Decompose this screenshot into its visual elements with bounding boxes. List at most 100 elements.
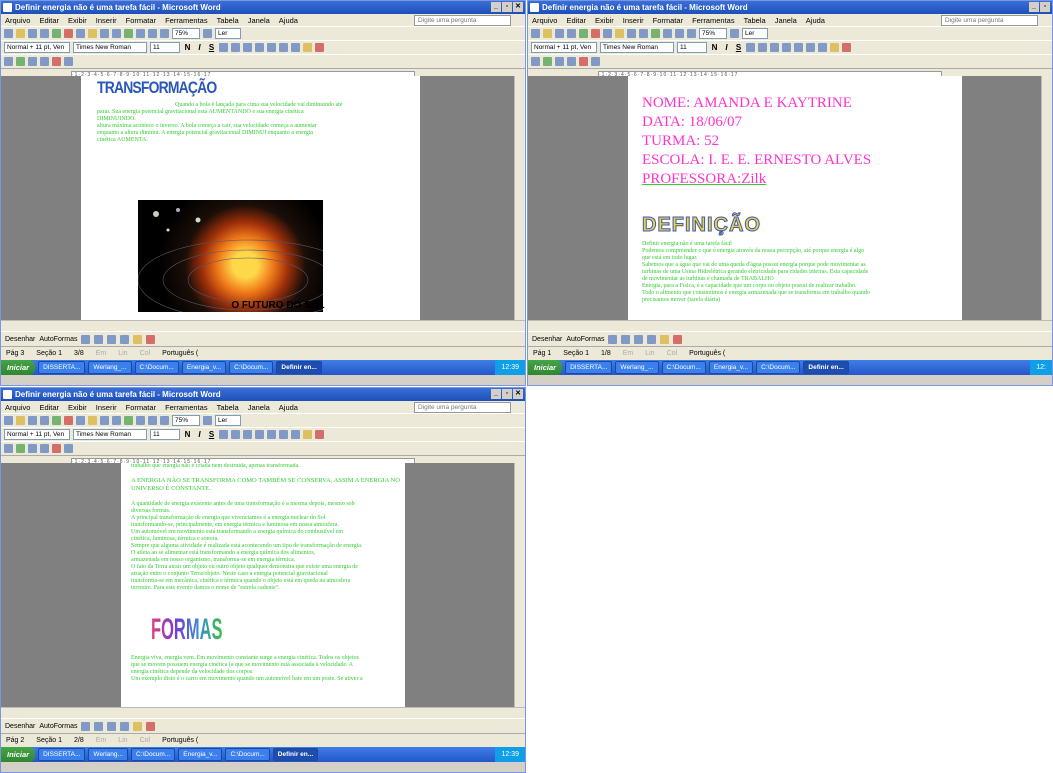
vertical-scrollbar[interactable]: [514, 463, 525, 717]
size-select[interactable]: 11: [677, 42, 707, 53]
open-icon[interactable]: [543, 29, 552, 38]
oval-icon[interactable]: [120, 721, 130, 731]
menu-ajuda[interactable]: Ajuda: [806, 16, 825, 25]
table-icon[interactable]: [136, 416, 145, 425]
fill-color-icon[interactable]: [133, 334, 143, 344]
cut-icon[interactable]: [591, 29, 600, 38]
indent-icon[interactable]: [818, 43, 827, 52]
undo-icon[interactable]: [100, 416, 109, 425]
arrow-icon[interactable]: [94, 334, 104, 344]
italic-button[interactable]: I: [722, 43, 731, 52]
columns-icon[interactable]: [148, 29, 157, 38]
spellcheck-icon[interactable]: [579, 29, 588, 38]
highlight-icon[interactable]: [830, 43, 839, 52]
task-button[interactable]: C:\Docum...: [134, 361, 179, 374]
task-button[interactable]: Energia_v...: [181, 361, 227, 374]
start-button[interactable]: Iniciar: [1, 747, 36, 762]
align-left-icon[interactable]: [746, 43, 755, 52]
line-icon[interactable]: [608, 334, 618, 344]
redo-icon[interactable]: [112, 416, 121, 425]
draw-menu[interactable]: Desenhar: [5, 336, 35, 343]
open-icon[interactable]: [16, 29, 25, 38]
review-icon[interactable]: [531, 57, 540, 66]
open-icon[interactable]: [16, 416, 25, 425]
task-button-active[interactable]: Definir en...: [803, 361, 849, 374]
document-page[interactable]: TRANSFORMAÇÃO Quando a bola é lançada pa…: [81, 76, 420, 320]
align-left-icon[interactable]: [219, 43, 228, 52]
columns-icon[interactable]: [148, 416, 157, 425]
bold-button[interactable]: N: [183, 430, 192, 439]
menu-arquivo[interactable]: Arquivo: [532, 16, 557, 25]
font-select[interactable]: Times New Roman: [600, 42, 674, 53]
reviewing-pane-icon[interactable]: [591, 57, 600, 66]
autoshapes-menu[interactable]: AutoFormas: [566, 336, 604, 343]
spellcheck-icon[interactable]: [52, 416, 61, 425]
font-color-icon[interactable]: [842, 43, 851, 52]
accept-icon[interactable]: [567, 57, 576, 66]
underline-button[interactable]: S: [734, 43, 743, 52]
style-select[interactable]: Normal + 11 pt, Ven: [4, 42, 70, 53]
table-icon[interactable]: [663, 29, 672, 38]
reviewing-pane-icon[interactable]: [64, 57, 73, 66]
bullets-icon[interactable]: [806, 43, 815, 52]
save-icon[interactable]: [28, 29, 37, 38]
start-button[interactable]: Iniciar: [1, 360, 36, 375]
menu-ferramentas[interactable]: Ferramentas: [165, 16, 208, 25]
ask-question-box[interactable]: Digite uma pergunta: [941, 15, 1038, 26]
hyperlink-icon[interactable]: [124, 416, 133, 425]
align-left-icon[interactable]: [219, 430, 228, 439]
align-center-icon[interactable]: [231, 430, 240, 439]
align-right-icon[interactable]: [243, 430, 252, 439]
line-icon[interactable]: [81, 721, 91, 731]
rectangle-icon[interactable]: [107, 721, 117, 731]
italic-button[interactable]: I: [195, 43, 204, 52]
cut-icon[interactable]: [64, 416, 73, 425]
columns-icon[interactable]: [675, 29, 684, 38]
menu-inserir[interactable]: Inserir: [96, 403, 117, 412]
menu-exibir[interactable]: Exibir: [68, 403, 87, 412]
maximize-button[interactable]: ▫: [502, 389, 512, 399]
spellcheck-icon[interactable]: [52, 29, 61, 38]
reviewing-pane-icon[interactable]: [64, 444, 73, 453]
italic-button[interactable]: I: [195, 430, 204, 439]
menu-editar[interactable]: Editar: [566, 16, 586, 25]
new-doc-icon[interactable]: [4, 416, 13, 425]
font-color-icon[interactable]: [315, 43, 324, 52]
task-button[interactable]: Werlang_...: [615, 361, 659, 374]
comment-icon[interactable]: [16, 444, 25, 453]
task-button[interactable]: DISSERTA...: [565, 361, 613, 374]
menu-exibir[interactable]: Exibir: [68, 16, 87, 25]
minimize-button[interactable]: _: [491, 2, 501, 12]
save-icon[interactable]: [28, 416, 37, 425]
fill-color-icon[interactable]: [660, 334, 670, 344]
task-button[interactable]: Werlang_...: [88, 361, 132, 374]
horizontal-scrollbar[interactable]: [1, 707, 525, 718]
copy-icon[interactable]: [603, 29, 612, 38]
ask-question-box[interactable]: Digite uma pergunta: [414, 15, 511, 26]
bullets-icon[interactable]: [279, 430, 288, 439]
menu-formatar[interactable]: Formatar: [126, 16, 156, 25]
redo-icon[interactable]: [639, 29, 648, 38]
print-icon[interactable]: [567, 29, 576, 38]
draw-menu[interactable]: Desenhar: [5, 723, 35, 730]
bold-button[interactable]: N: [710, 43, 719, 52]
close-button[interactable]: ✕: [513, 2, 523, 12]
track-changes-icon[interactable]: [28, 57, 37, 66]
start-button[interactable]: Iniciar: [528, 360, 563, 375]
font-color-draw-icon[interactable]: [673, 334, 683, 344]
horizontal-scrollbar[interactable]: [1, 320, 525, 331]
zoom-select[interactable]: 75%: [172, 28, 200, 39]
align-center-icon[interactable]: [758, 43, 767, 52]
menu-formatar[interactable]: Formatar: [653, 16, 683, 25]
vertical-scrollbar[interactable]: [514, 76, 525, 330]
reject-icon[interactable]: [52, 444, 61, 453]
justify-icon[interactable]: [255, 43, 264, 52]
vertical-scrollbar[interactable]: [1041, 76, 1052, 330]
menu-inserir[interactable]: Inserir: [96, 16, 117, 25]
maximize-button[interactable]: ▫: [502, 2, 512, 12]
font-color-draw-icon[interactable]: [146, 721, 156, 731]
task-button[interactable]: C:\Docum...: [229, 361, 274, 374]
hyperlink-icon[interactable]: [124, 29, 133, 38]
show-formatting-icon[interactable]: [160, 416, 169, 425]
menu-ajuda[interactable]: Ajuda: [279, 403, 298, 412]
